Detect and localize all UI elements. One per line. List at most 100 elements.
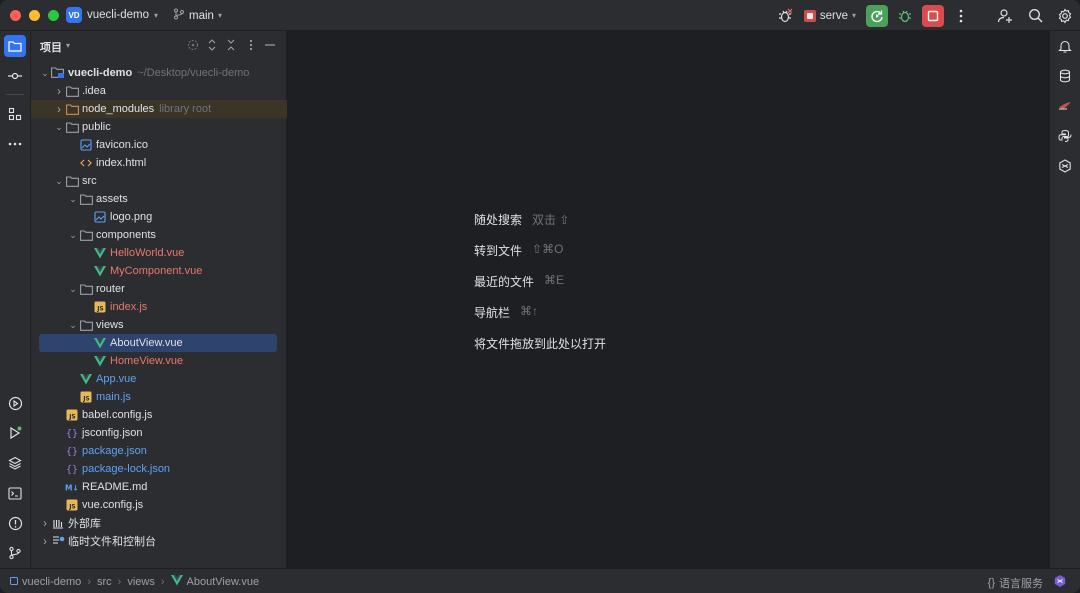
ai-assistant-icon[interactable]	[1054, 155, 1076, 177]
tree-item[interactable]: ⌄ router	[31, 280, 287, 298]
language-services-label: 语言服务	[999, 578, 1043, 590]
tree-item[interactable]: › .idea	[31, 82, 287, 100]
minimize-window-button[interactable]	[29, 10, 40, 21]
tree-item-label: App.vue	[96, 373, 137, 385]
notifications-bell-icon[interactable]	[1054, 35, 1076, 57]
run-tool-button[interactable]	[4, 422, 26, 444]
tree-item[interactable]: ⌄ public	[31, 118, 287, 136]
tree-item[interactable]: HomeView.vue	[31, 352, 287, 370]
chevron-right-icon[interactable]: ›	[39, 516, 51, 530]
python-console-icon[interactable]	[1054, 125, 1076, 147]
chevron-down-icon[interactable]: ⌄	[67, 320, 79, 331]
tree-item[interactable]: M↓ README.md	[31, 478, 287, 496]
tree-item[interactable]: JS main.js	[31, 388, 287, 406]
tree-item-label: node_modules	[82, 103, 155, 115]
options-menu-icon[interactable]	[242, 36, 260, 54]
editor-hint-shortcut: ⌘E	[544, 273, 565, 287]
tree-item[interactable]: {} package-lock.json	[31, 460, 287, 478]
tree-item[interactable]: ⌄ views	[31, 316, 287, 334]
breadcrumb-separator-icon: ›	[87, 576, 91, 588]
tree-item-label: public	[82, 121, 111, 133]
tree-item[interactable]: ⌄ src	[31, 172, 287, 190]
tree-item[interactable]: JS babel.config.js	[31, 406, 287, 424]
chevron-down-icon[interactable]: ⌄	[67, 284, 79, 295]
debug-icon[interactable]	[892, 3, 918, 29]
tree-item[interactable]: › 临时文件和控制台	[31, 532, 287, 550]
collapse-all-icon[interactable]	[222, 36, 240, 54]
debug-disabled-icon[interactable]	[772, 3, 798, 29]
commit-tool-button[interactable]	[4, 65, 26, 87]
vue-file-icon	[93, 264, 107, 278]
rerun-button[interactable]	[866, 4, 888, 27]
tree-item[interactable]: {} jsconfig.json	[31, 424, 287, 442]
vcs-branch-switcher[interactable]: main ▾	[173, 8, 222, 23]
close-window-button[interactable]	[10, 10, 21, 21]
maven-icon[interactable]	[1054, 95, 1076, 117]
chevron-right-icon[interactable]: ›	[39, 534, 51, 548]
chevron-right-icon[interactable]: ›	[53, 84, 65, 98]
git-tool-button[interactable]	[4, 542, 26, 564]
tree-item[interactable]: AboutView.vue	[31, 334, 287, 352]
branch-icon	[173, 8, 185, 23]
hide-panel-icon[interactable]	[261, 36, 279, 54]
settings-gear-icon[interactable]	[1052, 3, 1078, 29]
terminal-tool-button[interactable]	[4, 482, 26, 504]
layers-tool-button[interactable]	[4, 452, 26, 474]
tree-item[interactable]: HelloWorld.vue	[31, 244, 287, 262]
tree-item[interactable]: logo.png	[31, 208, 287, 226]
tree-item[interactable]: › node_modules library root	[31, 100, 287, 118]
ai-status-icon[interactable]	[1052, 573, 1068, 589]
project-panel-title[interactable]: 项目	[40, 39, 62, 55]
folder-icon	[79, 192, 93, 206]
database-icon[interactable]	[1054, 65, 1076, 87]
add-user-icon[interactable]	[992, 3, 1018, 29]
chevron-down-icon[interactable]: ⌄	[67, 230, 79, 241]
tree-item[interactable]: App.vue	[31, 370, 287, 388]
tree-item-hint: ~/Desktop/vuecli-demo	[137, 67, 250, 79]
project-tool-button[interactable]	[4, 35, 26, 57]
tree-item[interactable]: ⌄ components	[31, 226, 287, 244]
tree-item-label: router	[96, 283, 125, 295]
tree-item[interactable]: › 外部库	[31, 514, 287, 532]
tree-item-label: vue.config.js	[82, 499, 144, 511]
stop-button[interactable]	[922, 4, 944, 27]
chevron-down-icon[interactable]: ⌄	[53, 122, 65, 133]
tree-item[interactable]: JS vue.config.js	[31, 496, 287, 514]
tree-item[interactable]: favicon.ico	[31, 136, 287, 154]
editor-hint-shortcut: ⌘↑	[520, 304, 539, 318]
run-configuration-selector[interactable]: serve ▾	[803, 9, 856, 22]
breadcrumb-item[interactable]: src	[97, 576, 112, 588]
services-tool-button[interactable]	[4, 392, 26, 414]
editor-area[interactable]: 随处搜索 双击 ⇧ 转到文件 ⇧⌘O 最近的文件 ⌘E 导航栏 ⌘↑ 将文件拖放到此处以打开	[287, 31, 1049, 568]
tree-item[interactable]: JS index.js	[31, 298, 287, 316]
chevron-down-icon[interactable]: ⌄	[39, 68, 51, 79]
breadcrumb-separator-icon: ›	[160, 576, 165, 588]
zoom-window-button[interactable]	[48, 10, 59, 21]
tree-item[interactable]: ⌄ assets	[31, 190, 287, 208]
breadcrumb-item[interactable]: views	[127, 576, 155, 588]
vue-file-icon	[170, 575, 183, 589]
language-services-widget[interactable]: {} 语言服务	[988, 575, 1043, 591]
tree-item[interactable]: {} package.json	[31, 442, 287, 460]
search-icon[interactable]	[1022, 3, 1048, 29]
navigation-breadcrumb: vuecli-demo › src › views › AboutView.vue	[10, 575, 259, 589]
expand-all-icon[interactable]	[203, 36, 221, 54]
tree-item[interactable]: MyComponent.vue	[31, 262, 287, 280]
chevron-down-icon[interactable]: ⌄	[53, 176, 65, 187]
tree-item[interactable]: ⌄ vuecli-demo ~/Desktop/vuecli-demo	[31, 64, 287, 82]
more-actions-icon[interactable]	[948, 3, 974, 29]
more-tools-icon[interactable]	[4, 133, 26, 155]
structure-tool-button[interactable]	[4, 103, 26, 125]
problems-tool-button[interactable]	[4, 512, 26, 534]
tree-item[interactable]: index.html	[31, 154, 287, 172]
editor-hint-action: 随处搜索	[474, 213, 523, 227]
chevron-down-icon[interactable]: ⌄	[67, 194, 79, 205]
chevron-right-icon[interactable]: ›	[53, 102, 65, 116]
chevron-down-icon[interactable]: ▾	[66, 41, 70, 50]
tree-item-label: components	[96, 229, 156, 241]
breadcrumb-item[interactable]: AboutView.vue	[170, 575, 259, 589]
breadcrumb-item[interactable]: vuecli-demo	[10, 576, 81, 588]
locate-file-icon[interactable]	[184, 36, 202, 54]
editor-hint-action: 导航栏	[474, 306, 511, 320]
project-switcher[interactable]: VD vuecli-demo ▾	[66, 7, 158, 23]
